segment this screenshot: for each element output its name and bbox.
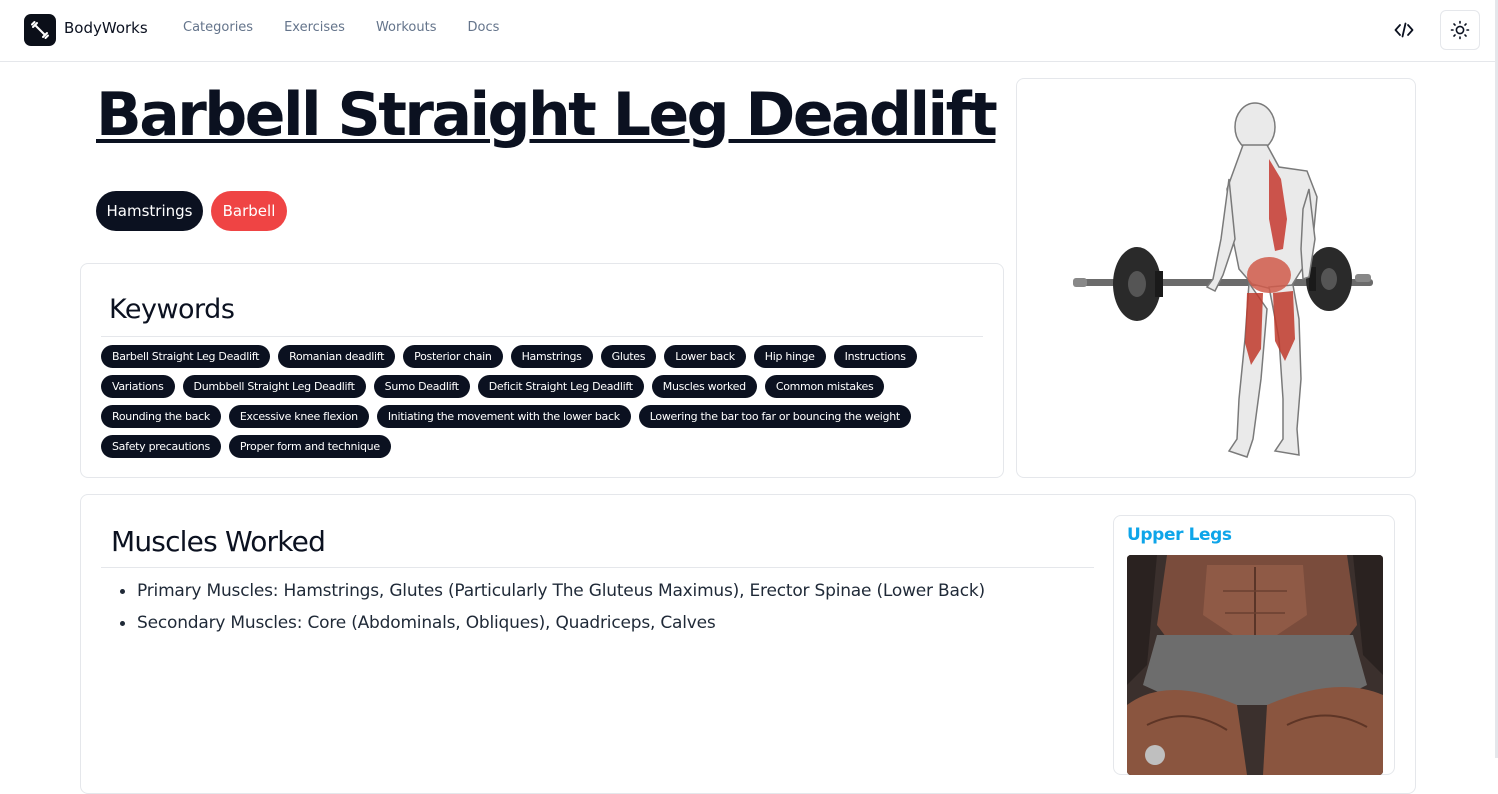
top-navbar: BodyWorks Categories Exercises Workouts … <box>0 0 1496 62</box>
keyword-tag[interactable]: Lower back <box>664 345 746 368</box>
body-part-link[interactable]: Upper Legs <box>1127 525 1232 545</box>
exercise-illustration-card <box>1016 78 1416 478</box>
nav-workouts[interactable]: Workouts <box>376 20 437 35</box>
exercise-illustration <box>1073 102 1373 458</box>
page-title: Barbell Straight Leg Deadlift <box>96 80 998 150</box>
keyword-tag[interactable]: Proper form and technique <box>228 435 391 458</box>
keyword-tag[interactable]: Deficit Straight Leg Deadlift <box>477 375 644 398</box>
muscles-worked-heading: Muscles Worked <box>111 525 326 558</box>
body-part-image[interactable] <box>1127 555 1383 775</box>
muscles-list: Primary Muscles: Hamstrings, Glutes (Par… <box>119 578 985 642</box>
keyword-tag[interactable]: Excessive knee flexion <box>228 405 369 428</box>
keywords-card: Keywords Barbell Straight Leg Deadlift Ro… <box>80 263 1004 478</box>
keyword-tag[interactable]: Safety precautions <box>101 435 221 458</box>
divider <box>101 567 1094 568</box>
keyword-tag[interactable]: Variations <box>101 375 175 398</box>
keywords-heading: Keywords <box>109 294 235 325</box>
dumbbell-icon[interactable] <box>24 14 56 46</box>
keyword-tag[interactable]: Initiating the movement with the lower b… <box>376 405 631 428</box>
divider <box>101 336 983 337</box>
main-nav: Categories Exercises Workouts Docs <box>183 20 530 35</box>
nav-categories[interactable]: Categories <box>183 20 253 35</box>
equipment-badge[interactable]: Barbell <box>211 191 287 231</box>
keyword-tags: Barbell Straight Leg Deadlift Romanian de… <box>101 345 981 458</box>
keyword-tag[interactable]: Romanian deadlift <box>278 345 396 368</box>
body-part-card[interactable]: Upper Legs <box>1113 515 1395 775</box>
keyword-tag[interactable]: Lowering the bar too far or bouncing the… <box>638 405 911 428</box>
code-icon[interactable] <box>1388 14 1420 46</box>
keyword-tag[interactable]: Dumbbell Straight Leg Deadlift <box>182 375 366 398</box>
keyword-tag[interactable]: Instructions <box>833 345 917 368</box>
keyword-tag[interactable]: Rounding the back <box>101 405 221 428</box>
keyword-tag[interactable]: Barbell Straight Leg Deadlift <box>101 345 271 368</box>
sun-icon <box>1450 20 1470 40</box>
list-item: Primary Muscles: Hamstrings, Glutes (Par… <box>119 578 985 610</box>
keyword-tag[interactable]: Hip hinge <box>753 345 826 368</box>
brand-name[interactable]: BodyWorks <box>64 19 148 37</box>
keyword-tag[interactable]: Common mistakes <box>764 375 885 398</box>
target-badge[interactable]: Hamstrings <box>96 191 203 231</box>
list-item: Secondary Muscles: Core (Abdominals, Obl… <box>119 610 985 642</box>
muscles-worked-card: Muscles Worked Primary Muscles: Hamstrin… <box>80 494 1416 794</box>
keyword-tag[interactable]: Hamstrings <box>510 345 593 368</box>
keyword-tag[interactable]: Muscles worked <box>651 375 757 398</box>
keyword-tag[interactable]: Glutes <box>600 345 657 368</box>
theme-toggle-button[interactable] <box>1440 10 1480 50</box>
keyword-tag[interactable]: Sumo Deadlift <box>373 375 470 398</box>
nav-exercises[interactable]: Exercises <box>284 20 345 35</box>
nav-docs[interactable]: Docs <box>467 20 499 35</box>
keyword-tag[interactable]: Posterior chain <box>403 345 503 368</box>
